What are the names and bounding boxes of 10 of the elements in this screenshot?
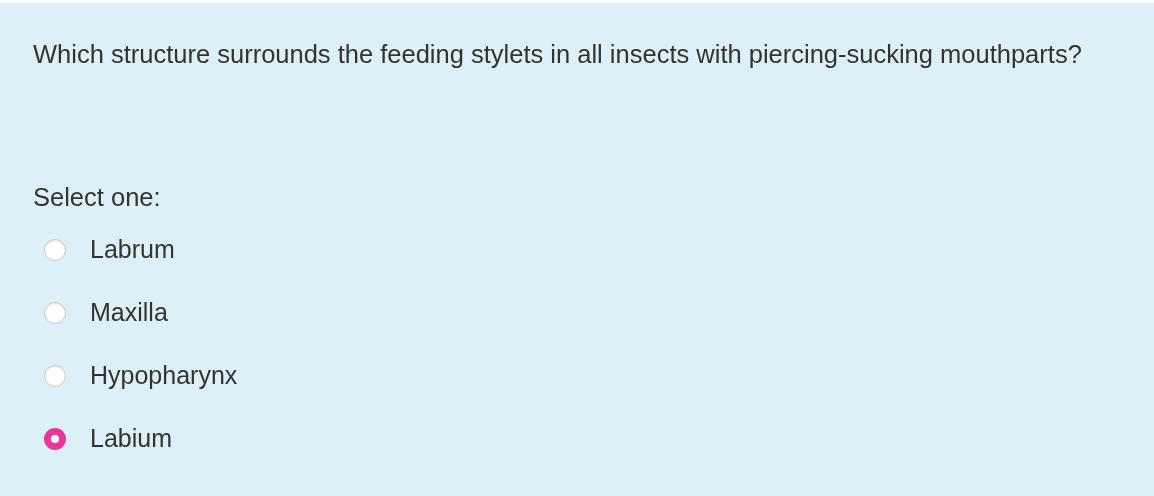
option-label[interactable]: Labium bbox=[90, 424, 172, 453]
option-label[interactable]: Maxilla bbox=[90, 298, 168, 327]
question-text: Which structure surrounds the feeding stylets in all insects with piercing-sucking mouthparts? bbox=[33, 39, 1083, 70]
radio-button[interactable] bbox=[44, 238, 66, 261]
option-label[interactable]: Hypopharynx bbox=[90, 361, 238, 390]
radio-button[interactable] bbox=[44, 301, 66, 324]
radio-button[interactable] bbox=[44, 427, 66, 450]
option-label[interactable]: Labrum bbox=[90, 235, 175, 264]
select-prompt: Select one: bbox=[33, 183, 162, 212]
radio-button[interactable] bbox=[44, 364, 66, 387]
